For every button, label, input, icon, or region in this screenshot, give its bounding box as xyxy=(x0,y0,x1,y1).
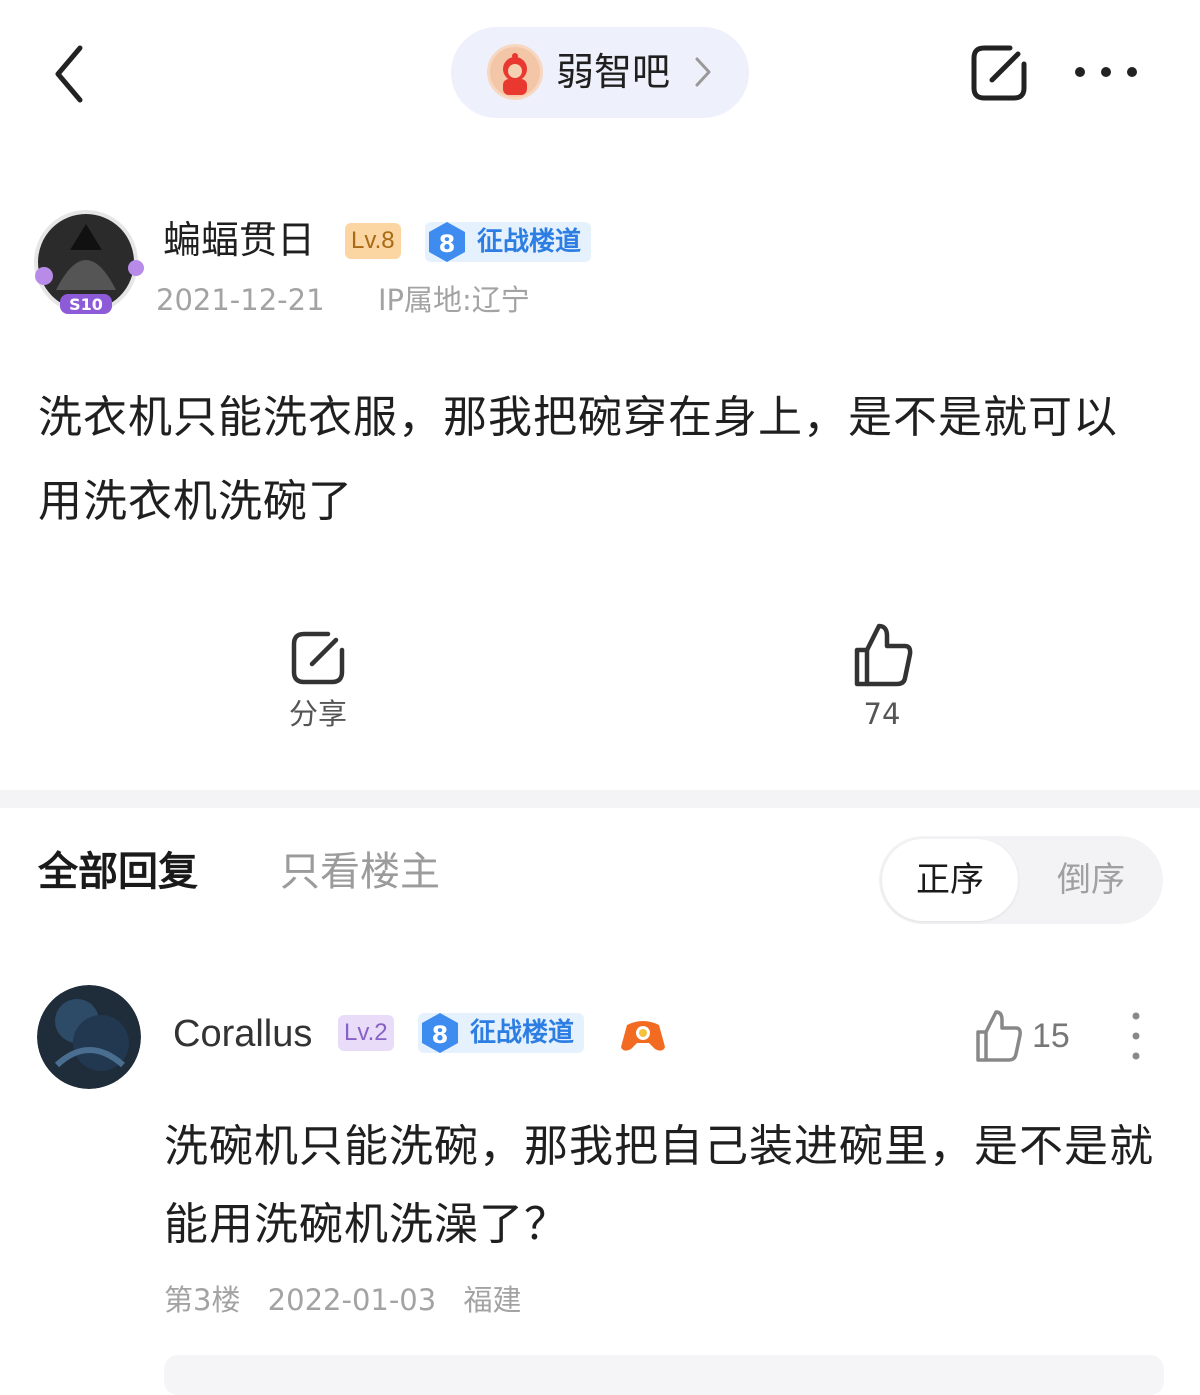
share-action-button[interactable]: 分享 xyxy=(256,626,380,746)
post-content: 洗衣机只能洗衣服，那我把碗穿在身上，是不是就可以用洗衣机洗碗了 xyxy=(38,392,1118,527)
title-level: 8 xyxy=(431,1021,449,1049)
back-button[interactable] xyxy=(40,38,104,110)
sort-descending-button[interactable]: 倒序 xyxy=(1021,839,1161,921)
comment-date: 2022-01-03 xyxy=(267,1283,437,1317)
share-button[interactable] xyxy=(966,40,1032,106)
title-level: 8 xyxy=(438,230,456,258)
level-badge: Lv.8 xyxy=(345,223,401,259)
tab-all-replies[interactable]: 全部回复 xyxy=(38,844,198,900)
forum-name: 弱智吧 xyxy=(556,50,671,94)
title-text: 征战楼道 xyxy=(470,1018,575,1048)
chevron-left-icon xyxy=(55,45,83,103)
commenter-avatar[interactable] xyxy=(37,985,141,1089)
tab-op-only[interactable]: 只看楼主 xyxy=(280,844,440,900)
comment-floor: 第3楼 xyxy=(164,1283,241,1317)
section-divider xyxy=(0,790,1200,808)
like-count: 74 xyxy=(863,697,901,731)
title-badge: 8 征战楼道 xyxy=(425,222,592,262)
comment-meta: 第3楼 2022-01-03 福建 xyxy=(164,1280,539,1320)
sub-reply-box[interactable] xyxy=(164,1355,1164,1395)
more-horizontal-icon xyxy=(1075,67,1137,77)
post-date: 2021-12-21 xyxy=(156,283,325,317)
more-vertical-icon xyxy=(1132,1012,1140,1060)
share-label: 分享 xyxy=(288,697,347,731)
sort-ascending-button[interactable]: 正序 xyxy=(882,839,1018,921)
level-badge: Lv.2 xyxy=(338,1015,394,1051)
share-icon xyxy=(971,45,1027,101)
sort-toggle: 正序 倒序 xyxy=(879,836,1163,924)
title-badge: 8 征战楼道 xyxy=(418,1013,585,1053)
avatar-badge-text: S10 xyxy=(69,295,103,314)
forum-link[interactable]: 弱智吧 xyxy=(451,27,749,118)
more-options-button[interactable] xyxy=(1070,52,1142,92)
thumbs-up-icon xyxy=(976,1010,1022,1062)
author-avatar[interactable]: S10 xyxy=(26,210,146,320)
chevron-right-icon xyxy=(695,57,711,87)
title-text: 征战楼道 xyxy=(477,227,582,257)
comment-content: 洗碗机只能洗碗，那我把自己装进碗里，是不是就能用洗碗机洗澡了？ xyxy=(164,1121,1154,1250)
comment-like-button[interactable]: 15 xyxy=(972,1008,1082,1064)
like-action-button[interactable]: 74 xyxy=(820,620,944,746)
forum-avatar xyxy=(487,44,543,100)
game-controller-icon xyxy=(619,1015,667,1055)
commenter-name[interactable]: Corallus xyxy=(173,1008,312,1060)
ip-location: IP属地:辽宁 xyxy=(378,283,530,317)
comment-more-button[interactable] xyxy=(1118,1008,1154,1064)
comment-location: 福建 xyxy=(463,1283,522,1317)
share-icon xyxy=(291,631,345,685)
comment-like-count: 15 xyxy=(1032,1017,1070,1055)
author-name[interactable]: 蝙蝠贯日 xyxy=(163,214,315,266)
thumbs-up-icon xyxy=(854,623,913,687)
